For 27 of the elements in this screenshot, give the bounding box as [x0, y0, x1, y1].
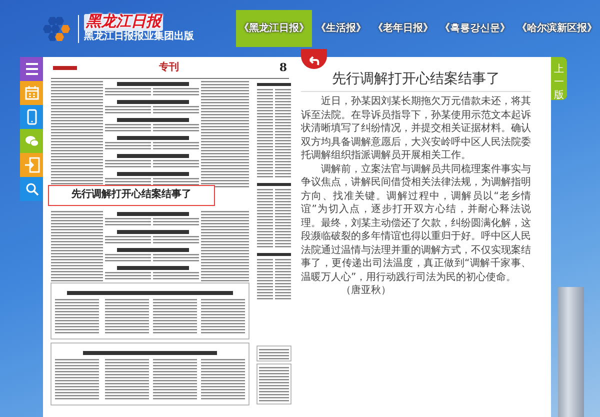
page-number: 8	[279, 61, 287, 74]
return-arrow-icon	[308, 56, 320, 66]
search-icon	[24, 181, 40, 197]
newspaper-page[interactable]: 专刊 8 先行调解打开心结案结事了	[43, 57, 297, 417]
phone-button[interactable]	[20, 105, 43, 129]
document-arrow-icon	[24, 157, 40, 173]
article-paragraph: 近日，孙某因刘某长期拖欠万元借款未还，将其诉至法院。在导诉员指导下，孙某使用示范文本起诉状清晰填写了纠纷情况，并提交相关证据材料。确认双方均具备调解意愿后，大兴安岭呼中区人民法院委托调解组织指派调解员开展相关工作。	[301, 95, 531, 162]
document-arrow-button[interactable]	[20, 153, 43, 177]
chat-bubbles-button[interactable]	[20, 129, 43, 153]
masthead-mark	[53, 66, 77, 70]
search-button[interactable]	[20, 177, 43, 201]
author-byline: （唐亚秋）	[340, 284, 392, 298]
newspaper-tab[interactable]: 《老年日报》	[370, 10, 436, 47]
menu-icon	[24, 61, 40, 77]
article-title: 先行调解打开心结案结事了	[301, 69, 531, 92]
back-button[interactable]	[301, 49, 327, 69]
section-name: 专刊	[159, 62, 179, 74]
highlighted-article[interactable]: 先行调解打开心结案结事了	[48, 185, 215, 206]
article-paragraph: 调解前，立案法官与调解员共同梳理案件事实与争议焦点，讲解民间借贷相关法律法规，为调解指明方向、找准关键。调解过程中，调解员以“老乡情谊”为切入点，逐步打开双方心结，并耐心释法说理。最终，刘某主动偿还了欠款，纠纷圆满化解，这段濒临破裂的多年情谊也得以重归于好。呼中区人民法院通过温情与法理并重的调解方式，不仅实现案结事了，更传递出司法温度，真正做到“调解千家事、温暖万人心”，用行动践行司法为民的初心使命。	[301, 162, 531, 284]
newspaper-tab[interactable]: 《哈尔滨新区报》	[514, 10, 600, 47]
newspaper-tab[interactable]: 《生活报》	[313, 10, 369, 47]
chat-bubbles-icon	[24, 133, 40, 149]
newspaper-tab[interactable]: 《흑룡강신문》	[437, 10, 513, 47]
newspaper-logo: 黑龙江日报	[84, 14, 163, 31]
calendar-icon	[24, 85, 40, 101]
publisher-name: 黑龙江日报报业集团出版	[84, 31, 194, 43]
menu-button[interactable]	[20, 57, 43, 81]
